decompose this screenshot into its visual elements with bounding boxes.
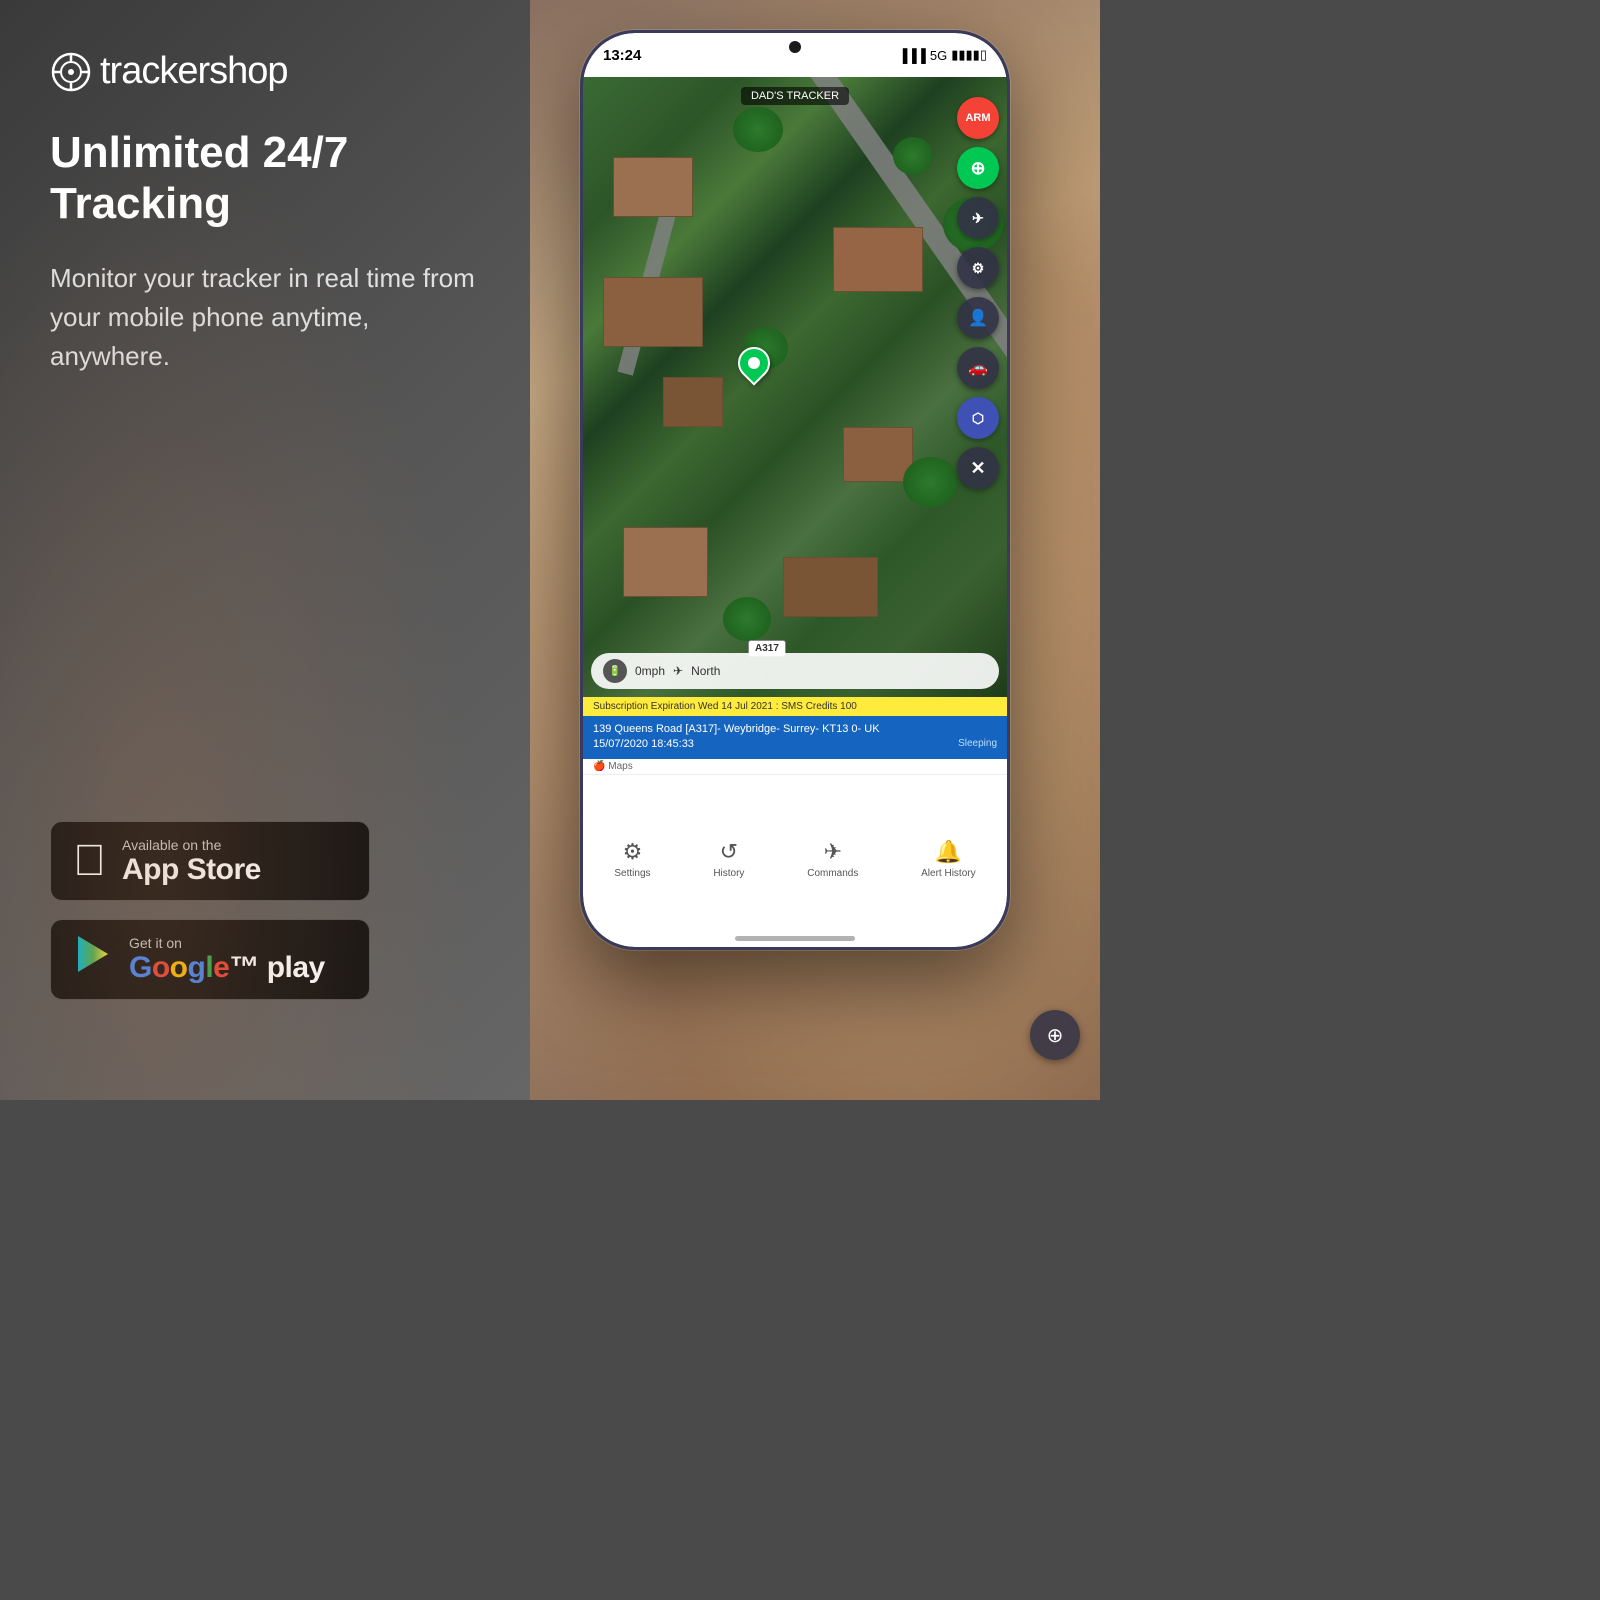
map-area: DAD'S TRACKER A317 bbox=[583, 77, 1007, 697]
subscription-bar: Subscription Expiration Wed 14 Jul 2021 … bbox=[583, 697, 1007, 716]
main-container: trackershop Unlimited 24/7Tracking Monit… bbox=[0, 0, 1100, 1100]
left-panel: trackershop Unlimited 24/7Tracking Monit… bbox=[0, 0, 530, 1100]
phone-screen: 13:24 ▐▐▐ 5G ▮▮▮▮▯ bbox=[583, 33, 1007, 947]
google-play-icon bbox=[73, 934, 113, 985]
signal-bars-icon: ▐▐▐ bbox=[898, 48, 926, 63]
location-pin bbox=[738, 347, 770, 379]
status-bar: 13:24 ▐▐▐ 5G ▮▮▮▮▯ bbox=[583, 33, 1007, 77]
geofence-button[interactable]: ⬡ bbox=[957, 397, 999, 439]
direction-icon: ✈ bbox=[673, 664, 683, 678]
compass-button[interactable]: ⊕ bbox=[957, 147, 999, 189]
nav-alert-history[interactable]: 🔔 Alert History bbox=[921, 839, 975, 879]
app-store-line2: App Store bbox=[122, 853, 261, 886]
home-indicator bbox=[735, 936, 855, 941]
google-play-line1: Get it on bbox=[129, 935, 325, 951]
tree-cluster-6 bbox=[723, 597, 771, 641]
camera-notch bbox=[789, 41, 801, 53]
battery-icon: ▮▮▮▮▯ bbox=[951, 47, 987, 63]
building-4 bbox=[833, 227, 923, 292]
maps-icon: 🍎 bbox=[593, 761, 605, 772]
commands-label: Commands bbox=[807, 868, 858, 879]
alert-history-label: Alert History bbox=[921, 868, 975, 879]
building-6 bbox=[623, 527, 708, 597]
building-5 bbox=[843, 427, 913, 482]
settings-label: Settings bbox=[614, 868, 650, 879]
status-icons: ▐▐▐ 5G ▮▮▮▮▯ bbox=[898, 47, 987, 63]
pin-inner bbox=[748, 357, 760, 369]
building-2 bbox=[603, 277, 703, 347]
direction-value: North bbox=[691, 664, 720, 678]
headline: Unlimited 24/7Tracking bbox=[50, 128, 490, 229]
maps-label: Maps bbox=[608, 761, 632, 772]
right-panel: 13:24 ▐▐▐ 5G ▮▮▮▮▯ bbox=[530, 0, 1100, 1100]
alerts-button[interactable]: ⚙ bbox=[957, 247, 999, 289]
apple-icon:  bbox=[73, 836, 106, 886]
speed-icon: 🔋 bbox=[603, 659, 627, 683]
address-bar: 139 Queens Road [A317]- Weybridge- Surre… bbox=[583, 716, 1007, 759]
satellite-button[interactable]: ✈ bbox=[957, 197, 999, 239]
person-button[interactable]: 👤 bbox=[957, 297, 999, 339]
google-play-line2: Google™ play bbox=[129, 951, 325, 984]
subtext: Monitor your tracker in real time from y… bbox=[50, 259, 490, 376]
brand-name: trackershop bbox=[100, 50, 288, 93]
phone-body: 13:24 ▐▐▐ 5G ▮▮▮▮▯ bbox=[580, 30, 1010, 950]
map-controls: ARM ⊕ ✈ ⚙ 👤 🚗 ⬡ ✕ bbox=[957, 97, 999, 489]
history-icon: ↺ bbox=[720, 839, 738, 865]
address-line1: 139 Queens Road [A317]- Weybridge- Surre… bbox=[593, 722, 997, 737]
close-button[interactable]: ✕ bbox=[957, 447, 999, 489]
speed-bar: 🔋 0mph ✈ North bbox=[591, 653, 999, 689]
nav-settings[interactable]: ⚙ Settings bbox=[614, 839, 650, 879]
map-background: DAD'S TRACKER A317 bbox=[583, 77, 1007, 697]
logo-container: trackershop bbox=[50, 50, 490, 93]
history-label: History bbox=[713, 868, 744, 879]
building-1 bbox=[613, 157, 693, 217]
app-store-text: Available on the App Store bbox=[122, 837, 261, 886]
phone-wrapper: 13:24 ▐▐▐ 5G ▮▮▮▮▯ bbox=[580, 30, 1010, 950]
app-store-line1: Available on the bbox=[122, 837, 261, 853]
map-satellite: DAD'S TRACKER A317 bbox=[583, 77, 1007, 697]
alert-history-icon: 🔔 bbox=[935, 839, 962, 865]
app-store-button[interactable]:  Available on the App Store bbox=[50, 821, 370, 901]
trackershop-logo-icon bbox=[50, 51, 92, 93]
nav-history[interactable]: ↺ History bbox=[713, 839, 744, 879]
building-3 bbox=[663, 377, 723, 427]
tree-cluster-5 bbox=[903, 457, 958, 507]
arm-button[interactable]: ARM bbox=[957, 97, 999, 139]
speed-value: 0mph bbox=[635, 664, 665, 678]
maps-credit: 🍎 Maps bbox=[583, 759, 1007, 774]
tree-cluster-2 bbox=[893, 137, 933, 175]
address-line2: 15/07/2020 18:45:33 Sleeping bbox=[593, 737, 997, 752]
nav-commands[interactable]: ✈ Commands bbox=[807, 839, 858, 879]
corner-compass-button[interactable]: ⊕ bbox=[1030, 1010, 1080, 1060]
profile-button[interactable]: 🚗 bbox=[957, 347, 999, 389]
info-panel: Subscription Expiration Wed 14 Jul 2021 … bbox=[583, 697, 1007, 947]
pin-dot bbox=[731, 340, 776, 385]
status-time: 13:24 bbox=[603, 47, 641, 64]
tree-cluster-1 bbox=[733, 107, 783, 152]
store-buttons:  Available on the App Store bbox=[50, 821, 490, 1000]
tracker-name-label: DAD'S TRACKER bbox=[741, 87, 849, 105]
address-status: Sleeping bbox=[958, 737, 997, 751]
settings-icon: ⚙ bbox=[623, 839, 643, 865]
network-type: 5G bbox=[930, 48, 947, 63]
google-play-text: Get it on Google™ play bbox=[129, 935, 325, 984]
address-datetime: 15/07/2020 18:45:33 bbox=[593, 738, 694, 750]
google-play-button[interactable]: Get it on Google™ play bbox=[50, 919, 370, 1000]
commands-icon: ✈ bbox=[824, 839, 842, 865]
building-7 bbox=[783, 557, 878, 617]
bottom-nav: ⚙ Settings ↺ History ✈ Commands bbox=[583, 774, 1007, 947]
